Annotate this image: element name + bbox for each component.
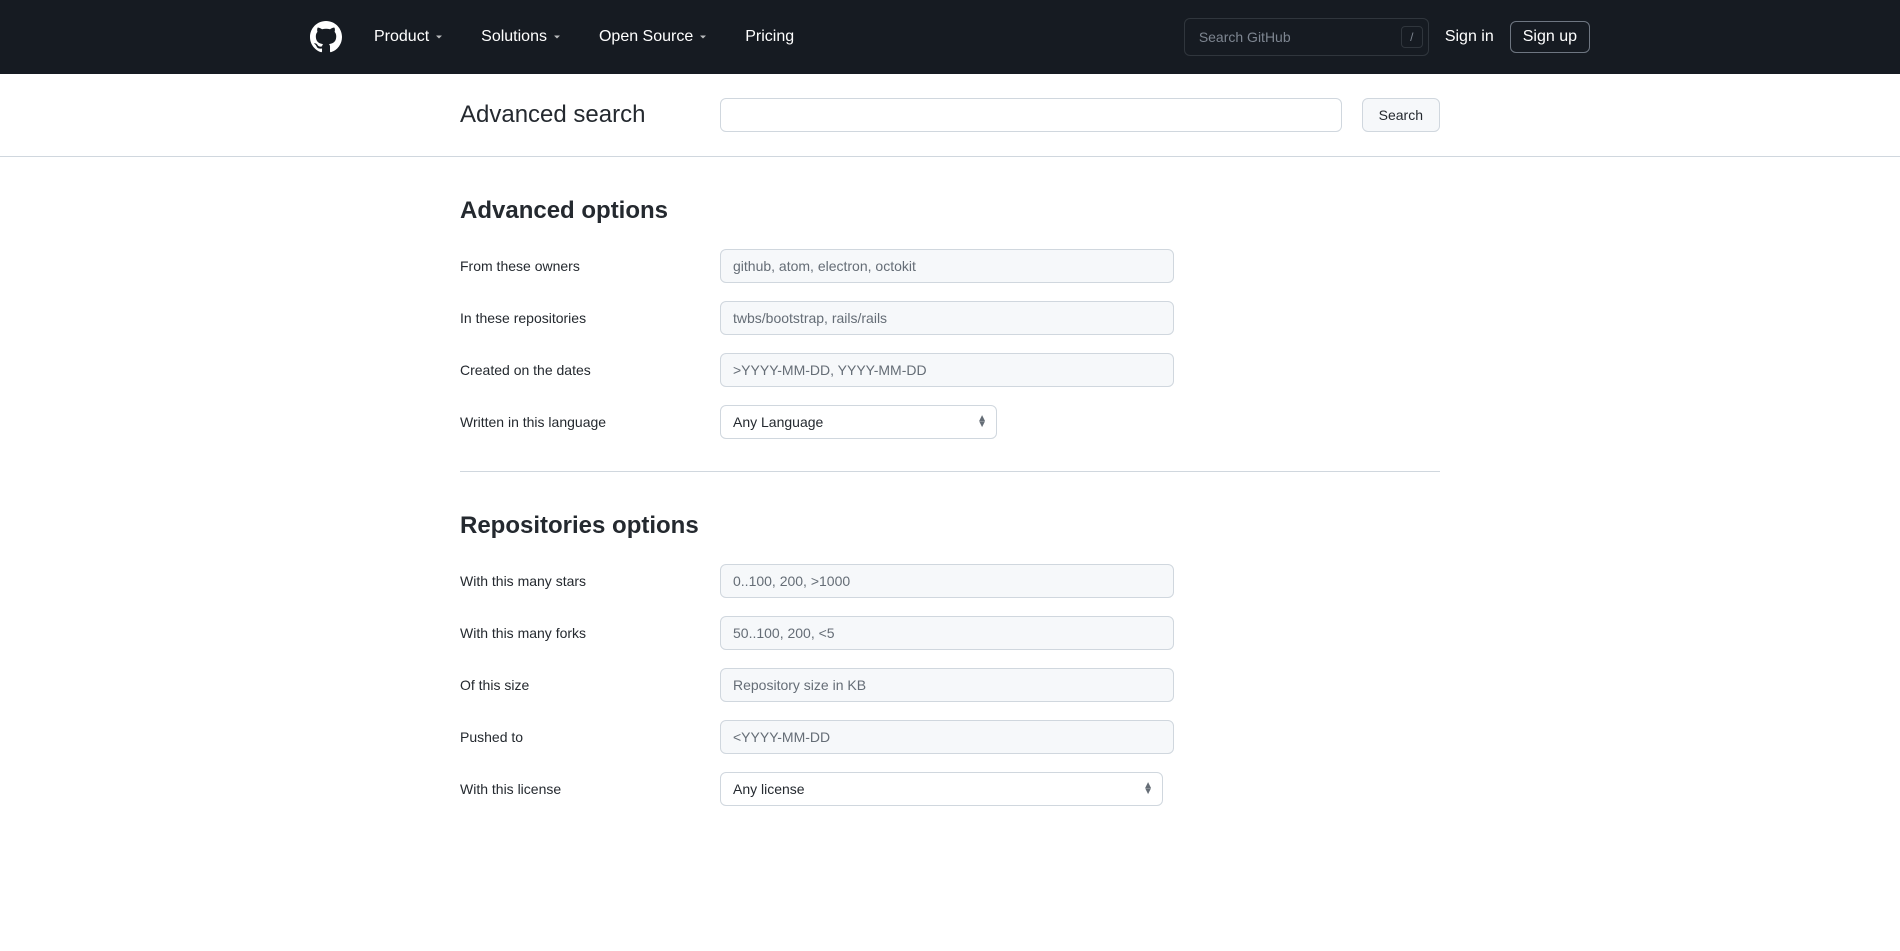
header-right: / Sign in Sign up [1184, 18, 1590, 56]
github-icon [310, 21, 342, 53]
owners-row: From these owners [460, 249, 1440, 283]
nav-pricing-label: Pricing [745, 28, 794, 46]
language-label: Written in this language [460, 414, 720, 430]
language-select[interactable]: Any Language [720, 405, 997, 439]
pushed-row: Pushed to [460, 720, 1440, 754]
pushed-label: Pushed to [460, 729, 720, 745]
stars-input[interactable] [720, 564, 1174, 598]
nav-product-label: Product [374, 28, 429, 46]
repos-row: In these repositories [460, 301, 1440, 335]
repositories-options-section: Repositories options With this many star… [460, 472, 1440, 806]
nav-product[interactable]: Product [358, 20, 461, 54]
main-content: Advanced options From these owners In th… [444, 157, 1456, 806]
stars-row: With this many stars [460, 564, 1440, 598]
search-shortcut-key: / [1401, 26, 1423, 48]
created-input[interactable] [720, 353, 1174, 387]
page-title: Advanced search [460, 101, 700, 129]
nav-opensource-label: Open Source [599, 28, 693, 46]
subheader: Advanced search Search [0, 74, 1900, 157]
license-label: With this license [460, 781, 720, 797]
global-search-box: / [1184, 18, 1429, 56]
advanced-options-title: Advanced options [460, 197, 1440, 225]
nav-solutions[interactable]: Solutions [465, 20, 579, 54]
search-button[interactable]: Search [1362, 98, 1440, 132]
license-row: With this license Any license ▲▼ [460, 772, 1440, 806]
size-input[interactable] [720, 668, 1174, 702]
size-label: Of this size [460, 677, 720, 693]
advanced-options-section: Advanced options From these owners In th… [460, 157, 1440, 472]
created-label: Created on the dates [460, 362, 720, 378]
language-select-wrap: Any Language ▲▼ [720, 405, 997, 439]
pushed-input[interactable] [720, 720, 1174, 754]
chevron-down-icon [697, 31, 709, 43]
language-row: Written in this language Any Language ▲▼ [460, 405, 1440, 439]
forks-input[interactable] [720, 616, 1174, 650]
main-nav: Product Solutions Open Source Pricing [358, 20, 1184, 54]
main-header: Product Solutions Open Source Pricing / … [0, 0, 1900, 74]
repos-input[interactable] [720, 301, 1174, 335]
signup-button[interactable]: Sign up [1510, 21, 1590, 53]
nav-solutions-label: Solutions [481, 28, 547, 46]
signin-link[interactable]: Sign in [1445, 28, 1494, 46]
chevron-down-icon [551, 31, 563, 43]
owners-input[interactable] [720, 249, 1174, 283]
advanced-search-input[interactable] [720, 98, 1342, 132]
license-select-wrap: Any license ▲▼ [720, 772, 1163, 806]
subheader-inner: Advanced search Search [444, 98, 1456, 132]
nav-pricing[interactable]: Pricing [729, 20, 810, 54]
forks-label: With this many forks [460, 625, 720, 641]
nav-opensource[interactable]: Open Source [583, 20, 725, 54]
repositories-options-title: Repositories options [460, 512, 1440, 540]
forks-row: With this many forks [460, 616, 1440, 650]
repos-label: In these repositories [460, 310, 720, 326]
created-row: Created on the dates [460, 353, 1440, 387]
license-select[interactable]: Any license [720, 772, 1163, 806]
size-row: Of this size [460, 668, 1440, 702]
stars-label: With this many stars [460, 573, 720, 589]
github-logo[interactable] [310, 21, 342, 53]
header-inner: Product Solutions Open Source Pricing / … [310, 18, 1590, 56]
owners-label: From these owners [460, 258, 720, 274]
global-search-input[interactable] [1184, 18, 1429, 56]
chevron-down-icon [433, 31, 445, 43]
